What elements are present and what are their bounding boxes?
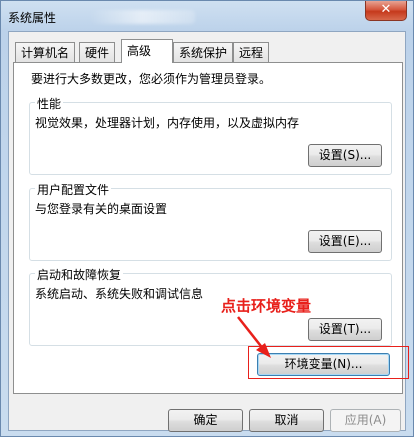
tab-remote[interactable]: 远程 [233, 42, 270, 62]
close-button[interactable]: ✕ [365, 1, 407, 21]
apply-button[interactable]: 应用(A) [330, 409, 401, 432]
user-profiles-title: 用户配置文件 [35, 181, 112, 198]
tab-system-protection[interactable]: 系统保护 [173, 42, 234, 62]
startup-recovery-group: 启动和故障恢复 系统启动、系统失败和调试信息 设置(T)... [29, 266, 392, 346]
startup-recovery-title: 启动和故障恢复 [35, 266, 124, 283]
close-icon: ✕ [380, 2, 392, 17]
tab-hardware[interactable]: 硬件 [79, 42, 116, 62]
ok-button[interactable]: 确定 [168, 409, 243, 432]
user-profiles-description: 与您登录有关的桌面设置 [35, 202, 168, 216]
title-glow [89, 10, 195, 24]
admin-note: 要进行大多数更改，您必须作为管理员登录。 [31, 72, 272, 86]
title-bar[interactable]: 系统属性 ✕ [1, 1, 413, 33]
performance-description: 视觉效果，处理器计划，内存使用，以及虚拟内存 [35, 116, 300, 130]
annotation-highlight-box [248, 346, 409, 379]
annotation-text: 点击环境变量 [221, 297, 312, 315]
user-profiles-settings-button[interactable]: 设置(E)... [308, 230, 382, 253]
cancel-button[interactable]: 取消 [249, 409, 324, 432]
user-profiles-group: 用户配置文件 与您登录有关的桌面设置 设置(E)... [29, 181, 392, 261]
window-title: 系统属性 [8, 11, 57, 25]
advanced-tab-page: 要进行大多数更改，您必须作为管理员登录。 性能 视觉效果，处理器计划，内存使用，… [13, 62, 403, 394]
tab-advanced[interactable]: 高级 [121, 39, 173, 63]
tab-computer-name[interactable]: 计算机名 [15, 42, 76, 62]
performance-settings-button[interactable]: 设置(S)... [308, 144, 382, 167]
startup-recovery-description: 系统启动、系统失败和调试信息 [35, 287, 204, 301]
startup-recovery-settings-button[interactable]: 设置(T)... [308, 318, 382, 341]
system-properties-window: 系统属性 ✕ 计算机名 硬件 高级 系统保护 远程 要进行大多数更改，您必须作为… [0, 0, 414, 437]
performance-group: 性能 视觉效果，处理器计划，内存使用，以及虚拟内存 设置(S)... [29, 95, 392, 175]
performance-title: 性能 [35, 95, 64, 112]
